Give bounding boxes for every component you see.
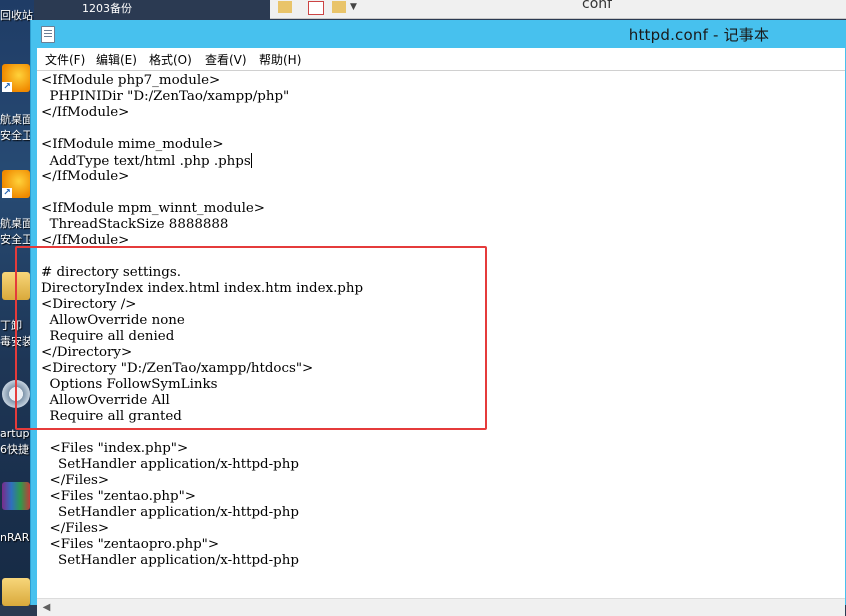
code-line[interactable]: Options FollowSymLinks (41, 377, 363, 393)
code-line[interactable]: <Files "index.php"> (41, 441, 363, 457)
menu-file[interactable]: 文件(F) (45, 51, 85, 68)
desktop-label[interactable]: 航桌面 (0, 216, 34, 232)
code-line[interactable] (41, 121, 363, 137)
code-line[interactable]: </IfModule> (41, 105, 363, 121)
code-line[interactable]: <IfModule php7_module> (41, 73, 363, 89)
settings-gear-icon[interactable] (2, 380, 30, 408)
editor-content[interactable]: <IfModule php7_module> PHPINIDir "D:/Zen… (41, 73, 363, 569)
folder-icon[interactable] (2, 272, 30, 300)
folder-icon[interactable] (2, 578, 30, 606)
desktop-label[interactable]: 6快捷 (0, 442, 34, 458)
code-line[interactable]: <Files "zentaopro.php"> (41, 537, 363, 553)
menu-edit[interactable]: 编辑(E) (96, 51, 137, 68)
code-line[interactable] (41, 425, 363, 441)
code-line[interactable] (41, 185, 363, 201)
desktop-label[interactable]: 丁卸 (0, 318, 34, 334)
code-line[interactable]: </Directory> (41, 345, 363, 361)
code-line[interactable]: </Files> (41, 521, 363, 537)
desktop-label[interactable]: 航桌面 (0, 112, 34, 128)
code-line[interactable]: SetHandler application/x-httpd-php (41, 505, 363, 521)
background-explorer-window: ▼ conf (270, 0, 846, 19)
code-line[interactable]: SetHandler application/x-httpd-php (41, 553, 363, 569)
text-caret (250, 153, 252, 168)
code-line[interactable]: PHPINIDir "D:/ZenTao/xampp/php" (41, 89, 363, 105)
code-line[interactable]: AllowOverride none (41, 313, 363, 329)
scroll-left-icon[interactable]: ◀ (39, 600, 54, 615)
explorer-folder-title: conf (582, 0, 613, 12)
code-line[interactable]: Require all granted (41, 409, 363, 425)
code-line[interactable]: DirectoryIndex index.html index.htm inde… (41, 281, 363, 297)
browser-shortcut-icon[interactable]: ↗ (2, 64, 30, 92)
menu-help[interactable]: 帮助(H) (259, 51, 301, 68)
horizontal-scrollbar[interactable]: ◀ (37, 598, 845, 616)
backup-folder-label[interactable]: 1203备份 (82, 0, 132, 15)
code-line[interactable]: Require all denied (41, 329, 363, 345)
menu-bar: 文件(F) 编辑(E) 格式(O) 查看(V) 帮助(H) (37, 48, 845, 70)
new-folder-icon[interactable] (332, 1, 346, 13)
code-line[interactable]: <IfModule mime_module> (41, 137, 363, 153)
desktop-label[interactable]: 安全卫 (0, 232, 34, 248)
code-line[interactable]: ThreadStackSize 8888888 (41, 217, 363, 233)
chevron-down-icon[interactable]: ▼ (350, 1, 364, 13)
code-line[interactable] (41, 249, 363, 265)
text-editor[interactable]: <IfModule php7_module> PHPINIDir "D:/Zen… (37, 70, 845, 599)
code-line[interactable]: <Directory /> (41, 297, 363, 313)
desktop-label[interactable]: 安全卫 (0, 128, 34, 144)
notepad-window: httpd.conf - 记事本 文件(F) 编辑(E) 格式(O) 查看(V)… (30, 20, 846, 616)
code-line[interactable]: </IfModule> (41, 233, 363, 249)
desktop-strip: 回收站 ↗ 航桌面 安全卫 ↗ 航桌面 安全卫 丁卸 毒安装 artup 6快捷… (0, 0, 34, 606)
code-line[interactable]: SetHandler application/x-httpd-php (41, 457, 363, 473)
browser-shortcut-icon[interactable]: ↗ (2, 170, 30, 198)
code-line[interactable]: AllowOverride All (41, 393, 363, 409)
folder-icon[interactable] (278, 1, 292, 13)
winrar-icon[interactable] (2, 482, 30, 510)
desktop-label[interactable]: nRAR (0, 530, 34, 546)
code-line[interactable]: <Files "zentao.php"> (41, 489, 363, 505)
menu-format[interactable]: 格式(O) (149, 51, 192, 68)
code-line[interactable]: <IfModule mpm_winnt_module> (41, 201, 363, 217)
desktop-label[interactable]: 毒安装 (0, 334, 34, 350)
desktop-recycle-bin-label[interactable]: 回收站 (0, 8, 34, 24)
code-line[interactable]: AddType text/html .php .phps (41, 153, 363, 169)
code-line[interactable]: </Files> (41, 473, 363, 489)
title-bar[interactable]: httpd.conf - 记事本 (31, 20, 846, 48)
properties-icon[interactable] (308, 1, 324, 15)
code-line[interactable]: </IfModule> (41, 169, 363, 185)
code-line[interactable]: # directory settings. (41, 265, 363, 281)
code-line[interactable]: <Directory "D:/ZenTao/xampp/htdocs"> (41, 361, 363, 377)
desktop-label[interactable]: artup (0, 426, 34, 442)
window-title-text: httpd.conf - 记事本 (628, 26, 770, 44)
window-title: httpd.conf - 记事本 (31, 24, 846, 45)
menu-view[interactable]: 查看(V) (205, 51, 247, 68)
